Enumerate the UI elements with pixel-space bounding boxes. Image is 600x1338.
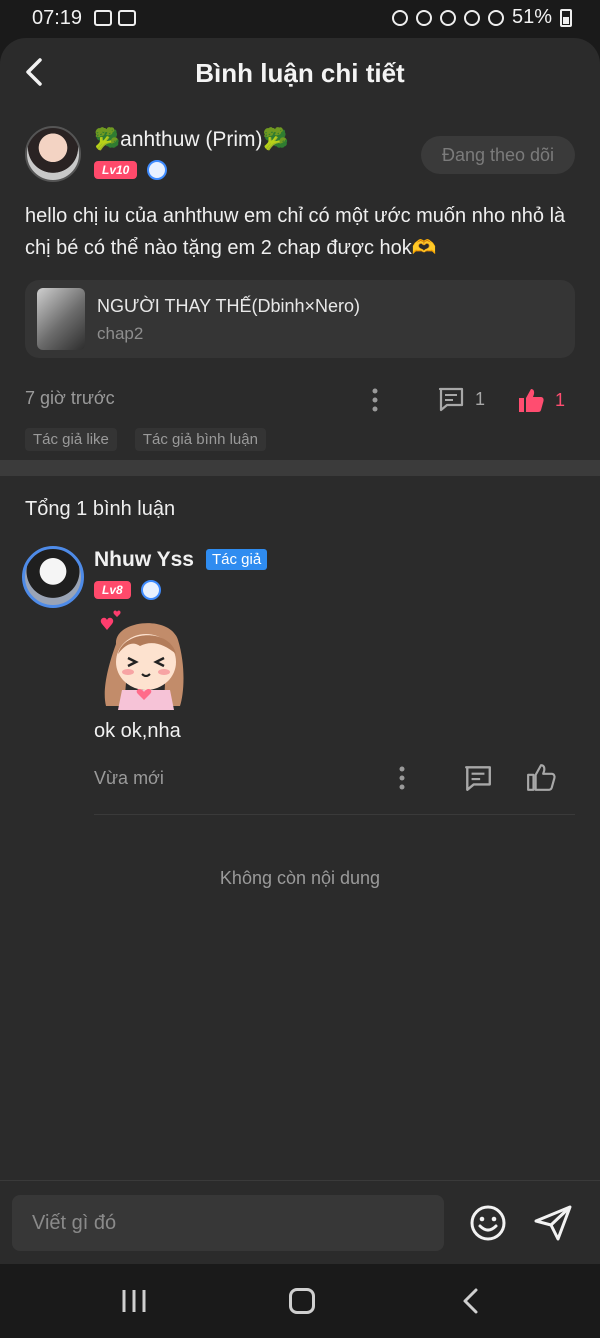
- list-item: Nhuw Yss Tác giả Lv8 ok ok,nha Vừa mới: [0, 538, 600, 818]
- tag-author-like: Tác giả like: [25, 428, 117, 451]
- sticker-image: [100, 610, 184, 710]
- emoji-icon: [470, 1205, 506, 1241]
- comment-input[interactable]: [12, 1195, 444, 1251]
- comment-time: Vừa mới: [94, 768, 164, 788]
- follow-button[interactable]: Đang theo dõi: [421, 136, 575, 174]
- status-left-icons: [94, 10, 136, 26]
- wifi-icon: [463, 9, 480, 26]
- like-icon: [527, 764, 556, 791]
- divider: [94, 814, 575, 815]
- system-nav-bar: [0, 1264, 600, 1338]
- section-divider: [0, 460, 600, 476]
- recents-button[interactable]: [118, 1286, 150, 1316]
- tag-author-comment: Tác giả bình luận: [134, 428, 266, 451]
- author-badges: Lv10: [94, 160, 168, 180]
- checkbox-icon: [118, 10, 136, 26]
- reply-button[interactable]: [463, 764, 493, 792]
- story-thumbnail: [37, 288, 85, 350]
- system-back-button[interactable]: [458, 1286, 484, 1316]
- nfc-icon: [391, 9, 408, 26]
- battery-icon: [560, 8, 572, 27]
- verified-icon: [140, 580, 161, 600]
- story-chapter: chap2: [97, 324, 144, 343]
- verified-icon: [147, 160, 168, 180]
- comment-text: ok ok,nha: [94, 720, 181, 742]
- comment-icon: [438, 387, 464, 412]
- author-badge: Tác giả: [206, 549, 268, 570]
- like-icon: [519, 389, 544, 412]
- video-call-icon: [94, 10, 112, 26]
- back-icon: [463, 1288, 478, 1314]
- battery-percent: 51%: [511, 6, 552, 28]
- end-of-content: Không còn nội dung: [219, 868, 381, 888]
- avatar[interactable]: [22, 546, 84, 608]
- emoji-button[interactable]: [468, 1203, 508, 1243]
- more-dots-icon: [399, 766, 405, 790]
- story-title: NGƯỜI THAY THẾ(Dbinh×Nero): [97, 296, 361, 316]
- status-bar: 07:19 51%: [0, 0, 600, 38]
- total-comments: Tổng 1 bình luận: [25, 498, 176, 520]
- avatar[interactable]: [25, 126, 81, 182]
- comment-icon: [465, 766, 491, 791]
- reply-count: 1: [475, 388, 486, 409]
- level-badge: Lv8: [94, 581, 131, 599]
- recents-icon: [122, 1290, 146, 1312]
- status-right-icons: 51%: [391, 6, 572, 29]
- like-button[interactable]: 1: [517, 386, 565, 414]
- home-button[interactable]: [289, 1288, 315, 1314]
- author-name[interactable]: 🥦anhthuw (Prim)🥦: [94, 128, 289, 152]
- more-button[interactable]: [392, 764, 412, 792]
- reply-button[interactable]: 1: [437, 386, 485, 412]
- original-comment: 🥦anhthuw (Prim)🥦 Lv10 Đang theo dõi hell…: [0, 110, 600, 460]
- author-tags: Tác giả like Tác giả bình luận: [25, 428, 266, 451]
- author-badges: Lv8: [94, 580, 161, 600]
- comment-meta: 7 giờ trước 1 1: [25, 380, 575, 420]
- comment-text: hello chị iu của anhthuw em chỉ có một ư…: [25, 205, 566, 259]
- level-badge: Lv10: [94, 161, 138, 179]
- signal-icon: [487, 9, 504, 26]
- story-card[interactable]: NGƯỜI THAY THẾ(Dbinh×Nero) chap2: [25, 280, 575, 358]
- comment-time: 7 giờ trước: [25, 388, 115, 408]
- send-icon: [534, 1205, 572, 1241]
- comment-composer: [0, 1180, 600, 1264]
- comment-detail-screen: Bình luận chi tiết 🥦anhthuw (Prim)🥦 Lv10…: [0, 38, 600, 1264]
- send-button[interactable]: [532, 1203, 574, 1243]
- page-title: Bình luận chi tiết: [195, 58, 405, 88]
- alarm-icon: [415, 9, 432, 26]
- more-dots-icon: [372, 388, 378, 412]
- more-button[interactable]: [365, 386, 385, 414]
- like-button[interactable]: [526, 762, 556, 792]
- like-count: 1: [555, 389, 566, 410]
- mute-icon: [439, 9, 456, 26]
- header: Bình luận chi tiết: [0, 38, 600, 110]
- status-time: 07:19: [32, 7, 83, 29]
- author-name[interactable]: Nhuw Yss: [94, 548, 194, 572]
